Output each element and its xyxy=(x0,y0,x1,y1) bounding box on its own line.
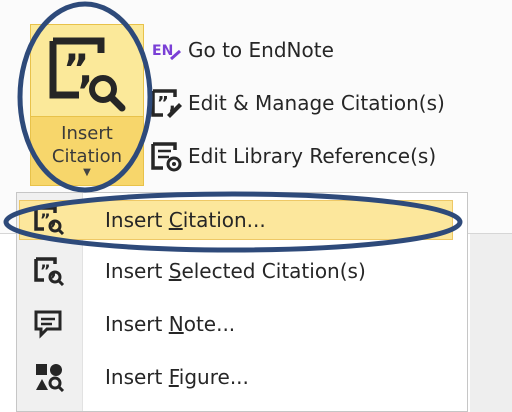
document-background xyxy=(470,234,512,412)
menu-item-label: Insert Selected Citation(s) xyxy=(105,259,366,283)
insert-figure-icon xyxy=(29,360,69,394)
insert-citation-label-line2: Citation xyxy=(51,146,123,167)
menu-item-insert-note[interactable]: Insert Note... xyxy=(17,303,467,345)
edit-library-references-label: Edit Library Reference(s) xyxy=(188,144,437,168)
insert-citation-dropdown-label[interactable]: Insert Citation ▼ xyxy=(30,116,144,186)
insert-note-icon xyxy=(29,307,69,341)
go-to-endnote-button[interactable]: EN Go to EndNote xyxy=(146,30,334,70)
menu-item-insert-figure[interactable]: Insert Figure... xyxy=(17,356,467,398)
edit-citation-icon: ”, xyxy=(146,83,186,123)
insert-citation-split-button[interactable]: ” , Insert Citation ▼ xyxy=(30,24,144,186)
edit-manage-citations-label: Edit & Manage Citation(s) xyxy=(188,91,445,115)
menu-item-insert-citation[interactable]: ”, Insert Citation... xyxy=(17,199,467,241)
menu-item-label: Insert Figure... xyxy=(105,365,249,389)
insert-citation-label-line1: Insert xyxy=(61,123,113,144)
menu-item-label: Insert Citation... xyxy=(105,208,266,232)
menu-item-insert-selected-citations[interactable]: ”, Insert Selected Citation(s) xyxy=(17,250,467,292)
insert-selected-citation-icon: ”, xyxy=(29,254,69,288)
endnote-badge: EN xyxy=(152,43,173,59)
menu-item-label: Insert Note... xyxy=(105,312,236,336)
insert-citation-button-top[interactable]: ” , xyxy=(30,24,144,116)
insert-citation-icon: ”, xyxy=(29,203,69,237)
svg-text:”,: ”, xyxy=(40,210,57,229)
go-to-endnote-label: Go to EndNote xyxy=(188,38,334,62)
svg-text:”,: ”, xyxy=(40,261,57,280)
edit-library-icon xyxy=(146,136,186,176)
edit-manage-citations-button[interactable]: ”, Edit & Manage Citation(s) xyxy=(146,83,445,123)
insert-citation-large-icon: ” , xyxy=(49,37,126,112)
insert-citation-dropdown-menu: ”, Insert Citation... ”, Insert Selected… xyxy=(16,192,468,412)
endnote-icon: EN xyxy=(146,30,186,70)
edit-library-references-button[interactable]: Edit Library Reference(s) xyxy=(146,136,436,176)
chevron-down-icon: ▼ xyxy=(83,167,91,178)
